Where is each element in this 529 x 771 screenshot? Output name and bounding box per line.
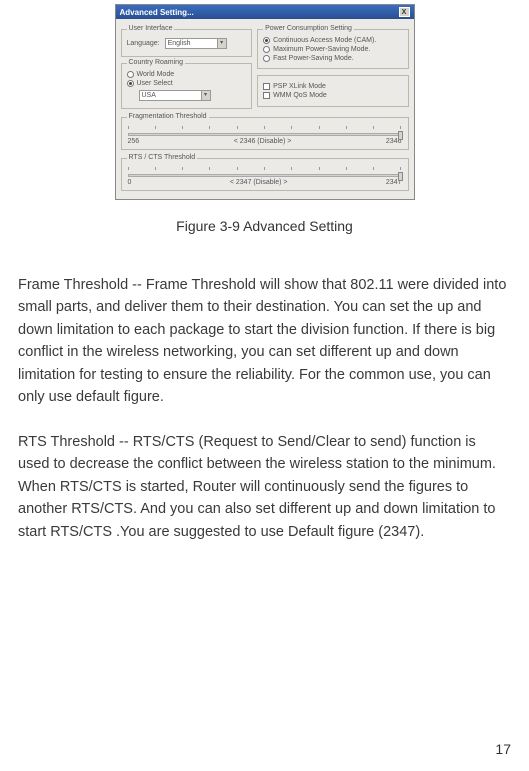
checkbox-label: PSP XLink Mode — [273, 83, 326, 90]
country-select[interactable]: USA ▾ — [139, 90, 211, 101]
country-value: USA — [142, 91, 156, 101]
country-roaming-group: Country Roaming World Mode User Select — [121, 63, 253, 109]
group-label: Country Roaming — [127, 59, 185, 66]
fast-power-radio[interactable]: Fast Power-Saving Mode. — [263, 54, 402, 63]
rts-slider[interactable] — [128, 174, 402, 177]
slider-center: < 2347 (Disable) > — [230, 179, 288, 186]
group-label: Fragmentation Threshold — [127, 113, 209, 120]
radio-icon — [263, 46, 270, 53]
radio-label: User Select — [137, 80, 173, 87]
checkbox-icon — [263, 83, 270, 90]
radio-label: Maximum Power-Saving Mode. — [273, 46, 370, 53]
world-mode-radio[interactable]: World Mode — [127, 70, 247, 79]
checkbox-icon — [263, 92, 270, 99]
radio-icon — [263, 55, 270, 62]
page-number: 17 — [495, 741, 511, 757]
body-text: Frame Threshold -- Frame Threshold will … — [18, 274, 511, 543]
document-page: Advanced Setting... X User Interface Lan… — [0, 4, 529, 771]
language-value: English — [168, 39, 191, 49]
close-icon[interactable]: X — [399, 7, 410, 17]
fragmentation-threshold-group: Fragmentation Threshold 256 < 2346 (Disa… — [121, 117, 409, 150]
slider-min: 0 — [128, 179, 132, 186]
user-interface-group: User Interface Language: English ▾ — [121, 29, 253, 57]
fragmentation-slider[interactable] — [128, 133, 402, 136]
radio-label: Continuous Access Mode (CAM). — [273, 37, 376, 44]
slider-thumb-icon[interactable] — [398, 172, 403, 181]
language-label: Language: — [127, 40, 160, 47]
max-power-radio[interactable]: Maximum Power-Saving Mode. — [263, 45, 402, 54]
advanced-setting-dialog: Advanced Setting... X User Interface Lan… — [115, 4, 415, 200]
paragraph-frame-threshold: Frame Threshold -- Frame Threshold will … — [18, 274, 511, 409]
paragraph-rts-threshold: RTS Threshold -- RTS/CTS (Request to Sen… — [18, 431, 511, 543]
dialog-body: User Interface Language: English ▾ Count… — [116, 19, 414, 199]
slider-center: < 2346 (Disable) > — [234, 138, 292, 145]
rts-cts-threshold-group: RTS / CTS Threshold 0 < 2347 (Disable) >… — [121, 158, 409, 191]
modes-group: PSP XLink Mode WMM QoS Mode — [257, 75, 408, 107]
user-select-radio[interactable]: User Select — [127, 79, 247, 88]
language-select[interactable]: English ▾ — [165, 38, 227, 49]
power-consumption-group: Power Consumption Setting Continuous Acc… — [257, 29, 408, 69]
radio-icon — [127, 71, 134, 78]
psp-xlink-checkbox[interactable]: PSP XLink Mode — [263, 82, 402, 91]
wmm-qos-checkbox[interactable]: WMM QoS Mode — [263, 91, 402, 100]
slider-thumb-icon[interactable] — [398, 131, 403, 140]
group-label: User Interface — [127, 25, 175, 32]
radio-label: Fast Power-Saving Mode. — [273, 55, 354, 62]
figure-caption: Figure 3-9 Advanced Setting — [18, 218, 511, 234]
group-label: Power Consumption Setting — [263, 25, 354, 32]
cam-radio[interactable]: Continuous Access Mode (CAM). — [263, 36, 402, 45]
chevron-down-icon: ▾ — [201, 91, 210, 100]
dialog-screenshot: Advanced Setting... X User Interface Lan… — [18, 4, 511, 200]
chevron-down-icon: ▾ — [217, 39, 226, 48]
radio-icon — [263, 37, 270, 44]
group-label: RTS / CTS Threshold — [127, 154, 198, 161]
radio-label: World Mode — [137, 71, 175, 78]
dialog-title: Advanced Setting... — [120, 8, 194, 17]
slider-min: 256 — [128, 138, 140, 145]
dialog-titlebar: Advanced Setting... X — [116, 5, 414, 19]
checkbox-label: WMM QoS Mode — [273, 92, 327, 99]
radio-icon — [127, 80, 134, 87]
